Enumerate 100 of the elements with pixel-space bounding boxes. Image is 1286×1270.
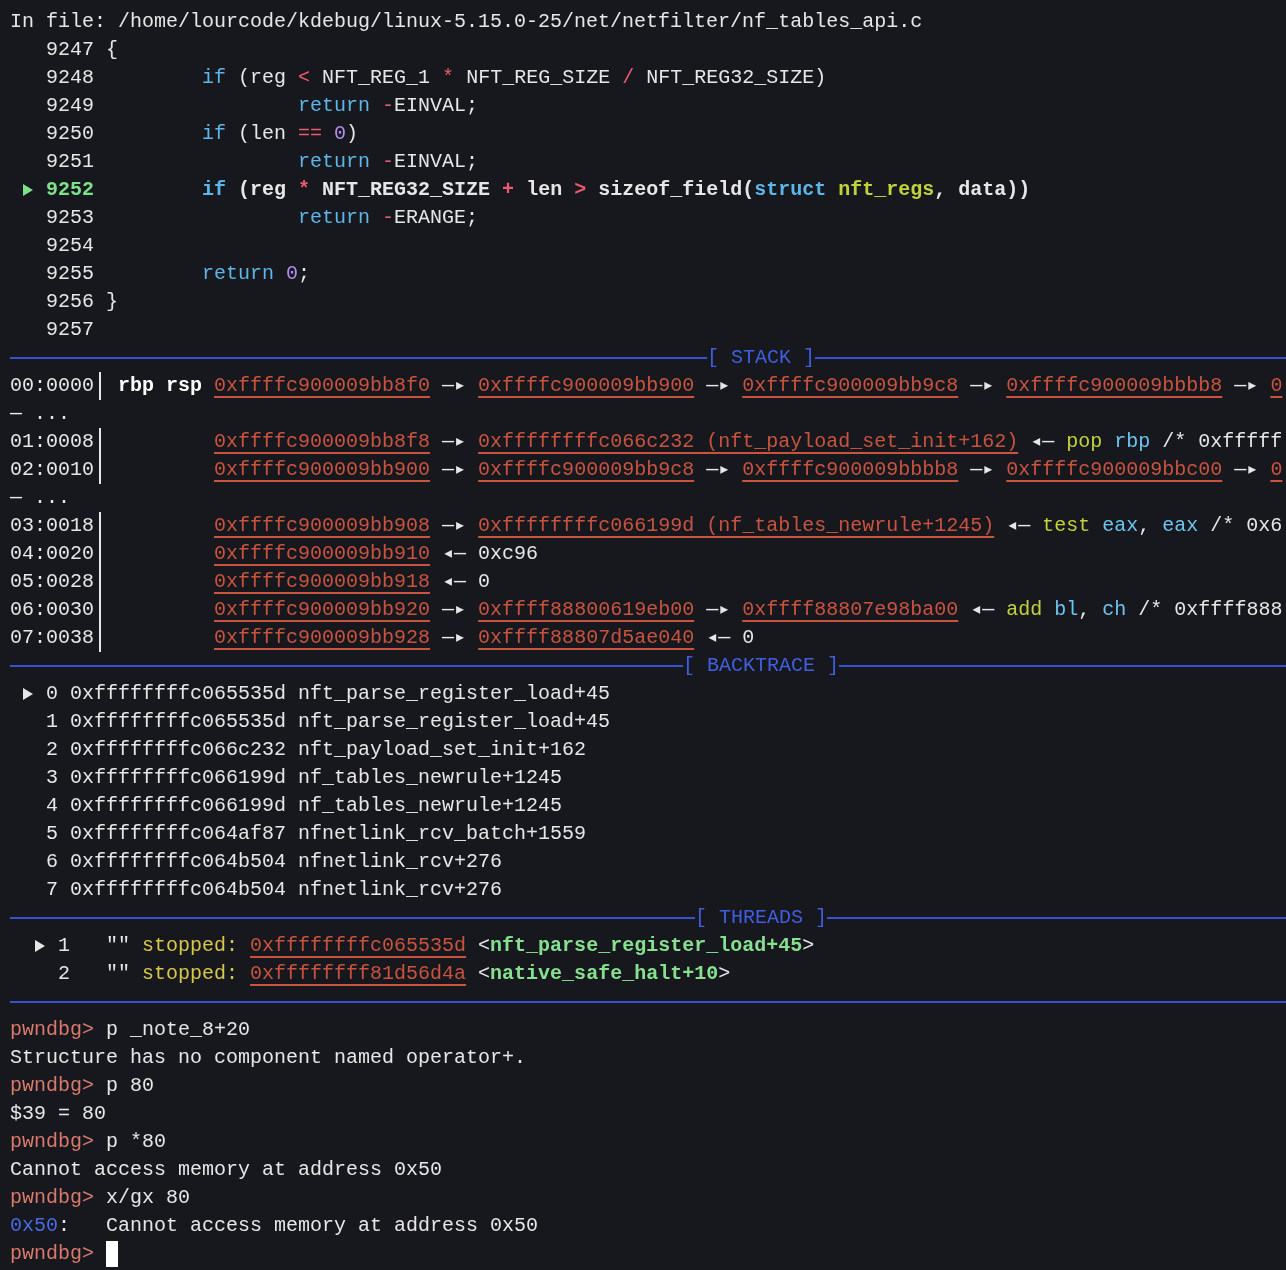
code-text: ) [346,122,359,145]
frame-symbol: nfnetlink_rcv+276 [298,849,503,875]
frame-symbol: nfnetlink_rcv+276 [298,877,503,903]
code-text: —▸ [441,625,468,651]
code-text: —▸ [969,457,996,483]
code-text: —▸ [1233,373,1260,399]
thread-symbol: <nft_parse_register_load+45> [478,933,815,959]
operator-text: == [298,122,323,145]
frame-address: 0xffffffffc066199d [70,793,287,819]
file-path-text: In file: /home/lourcode/kdebug/linux-5.15.0-25/net/netfilter/nf_tables_api.c [10,9,923,35]
stack-offset: 00:0000 [10,373,94,399]
code-text: /* 0x6 [1209,513,1283,539]
line-number: 9251 [46,149,94,175]
operator-text: + [502,178,515,201]
code-text: ◂— 0xc96 [441,541,539,567]
stack-offset: 07:0038 [10,625,94,651]
line-number: 9247 [46,37,94,63]
code-text: —▸ [441,597,468,623]
keyword-text: if [201,178,227,201]
stack-offset: 06:0030 [10,597,94,623]
skipped-rows-text: — ... [10,485,70,511]
command-text: p 80 [106,1073,155,1099]
frame-symbol: nf_tables_newrule+1245 [298,793,563,819]
operator-text: / [622,66,635,89]
thread-state: stopped: [142,961,239,987]
prompt-text: pwndbg> [10,1129,94,1155]
line-number: 9248 [46,65,94,91]
code-text: —▸ [705,457,732,483]
line-number: 9256 [46,289,94,315]
section-title: [ BACKTRACE ] [683,653,839,679]
code-text: { [106,38,119,61]
code-text: —▸ [441,457,468,483]
code-text: , [1138,513,1152,539]
line-number: 9249 [46,93,94,119]
code-text: —▸ [705,373,732,399]
frame-address: 0xffffffffc066c232 [70,737,287,763]
code-text: sizeof_field( [597,178,755,201]
keyword-text: return [297,150,372,173]
keyword-text: return [297,94,372,117]
instruction-text: pop [1066,429,1104,455]
code-text: EINVAL; [394,150,479,173]
frame-index: 6 [46,849,58,875]
frame-index: 5 [46,821,58,847]
address-text: 0xffffc900009bb900 [214,457,431,483]
address-text: 0xffffc900009bb9c8 [742,373,959,399]
code-text: } [106,290,119,313]
operator-text: < [298,66,311,89]
keyword-text: if [201,122,227,145]
operator-text: - [382,94,395,117]
line-number: 9253 [46,205,94,231]
frame-address: 0xffffffffc064b504 [70,877,287,903]
frame-index: 2 [46,737,58,763]
code-text: Cannot access memory at address 0x50 [10,1157,443,1183]
frame-symbol: nfnetlink_rcv_batch+1559 [298,821,587,847]
command-text: p *80 [106,1129,167,1155]
address-text: 0xffff88800619eb00 [478,597,695,623]
frame-address: 0xffffffffc065535d [70,709,287,735]
current-line-icon [23,688,33,700]
address-text: 0xffffc900009bb9c8 [478,457,695,483]
address-text: 0xffffffffc066199d (nf_tables_newrule+1245) [478,513,995,539]
stack-offset: 01:0008 [10,429,94,455]
instruction-text: test [1042,513,1092,539]
operator-text: > [574,178,587,201]
operator-text: * [298,178,311,201]
current-line-icon [35,940,45,952]
line-number: 9255 [46,261,94,287]
code-text: Structure has no component named operator+. [10,1045,527,1071]
code-text: ◂— 0 [441,569,491,595]
code-text: (len [237,122,288,145]
line-number: 9257 [46,317,94,343]
operator-text: - [382,206,395,229]
frame-address: 0xffffffffc064af87 [70,821,287,847]
code-text: ◂— 0 [705,625,755,651]
keyword-text: if [201,66,227,89]
frame-index: 7 [46,877,58,903]
code-text: $39 = 80 [10,1101,106,1127]
address-text: 0xffff88807d5ae040 [478,625,695,651]
current-line-icon [23,184,33,196]
frame-index: 3 [46,765,58,791]
thread-id: 2 [58,961,70,987]
line-number: 9252 [46,177,94,203]
frame-index: 1 [46,709,58,735]
section-title: [ THREADS ] [695,905,827,931]
code-text: ◂— [1029,429,1056,455]
frame-address: 0xffffffffc064b504 [70,849,287,875]
address-text: 0xffffc900009bb8f8 [214,429,431,455]
code-text: —▸ [1233,457,1260,483]
thread-id: 1 [58,933,70,959]
address-text: 0xffffc900009bb900 [478,373,695,399]
code-text: : Cannot access memory at address 0x50 [58,1213,539,1239]
address-text: 0xffff88807e98ba00 [742,597,959,623]
frame-symbol: nft_payload_set_init+162 [298,737,587,763]
number-text: 0 [286,262,299,285]
address-text: 0xffffc900009bb928 [214,625,431,651]
prompt-text: pwndbg> [10,1185,94,1211]
frame-symbol: nft_parse_register_load+45 [298,709,611,735]
address-text: 0 [1270,457,1283,483]
address-text: 0xffffffffc065535d [250,933,467,959]
code-text: (reg [237,178,288,201]
code-text: NFT_REG_1 [321,66,432,89]
